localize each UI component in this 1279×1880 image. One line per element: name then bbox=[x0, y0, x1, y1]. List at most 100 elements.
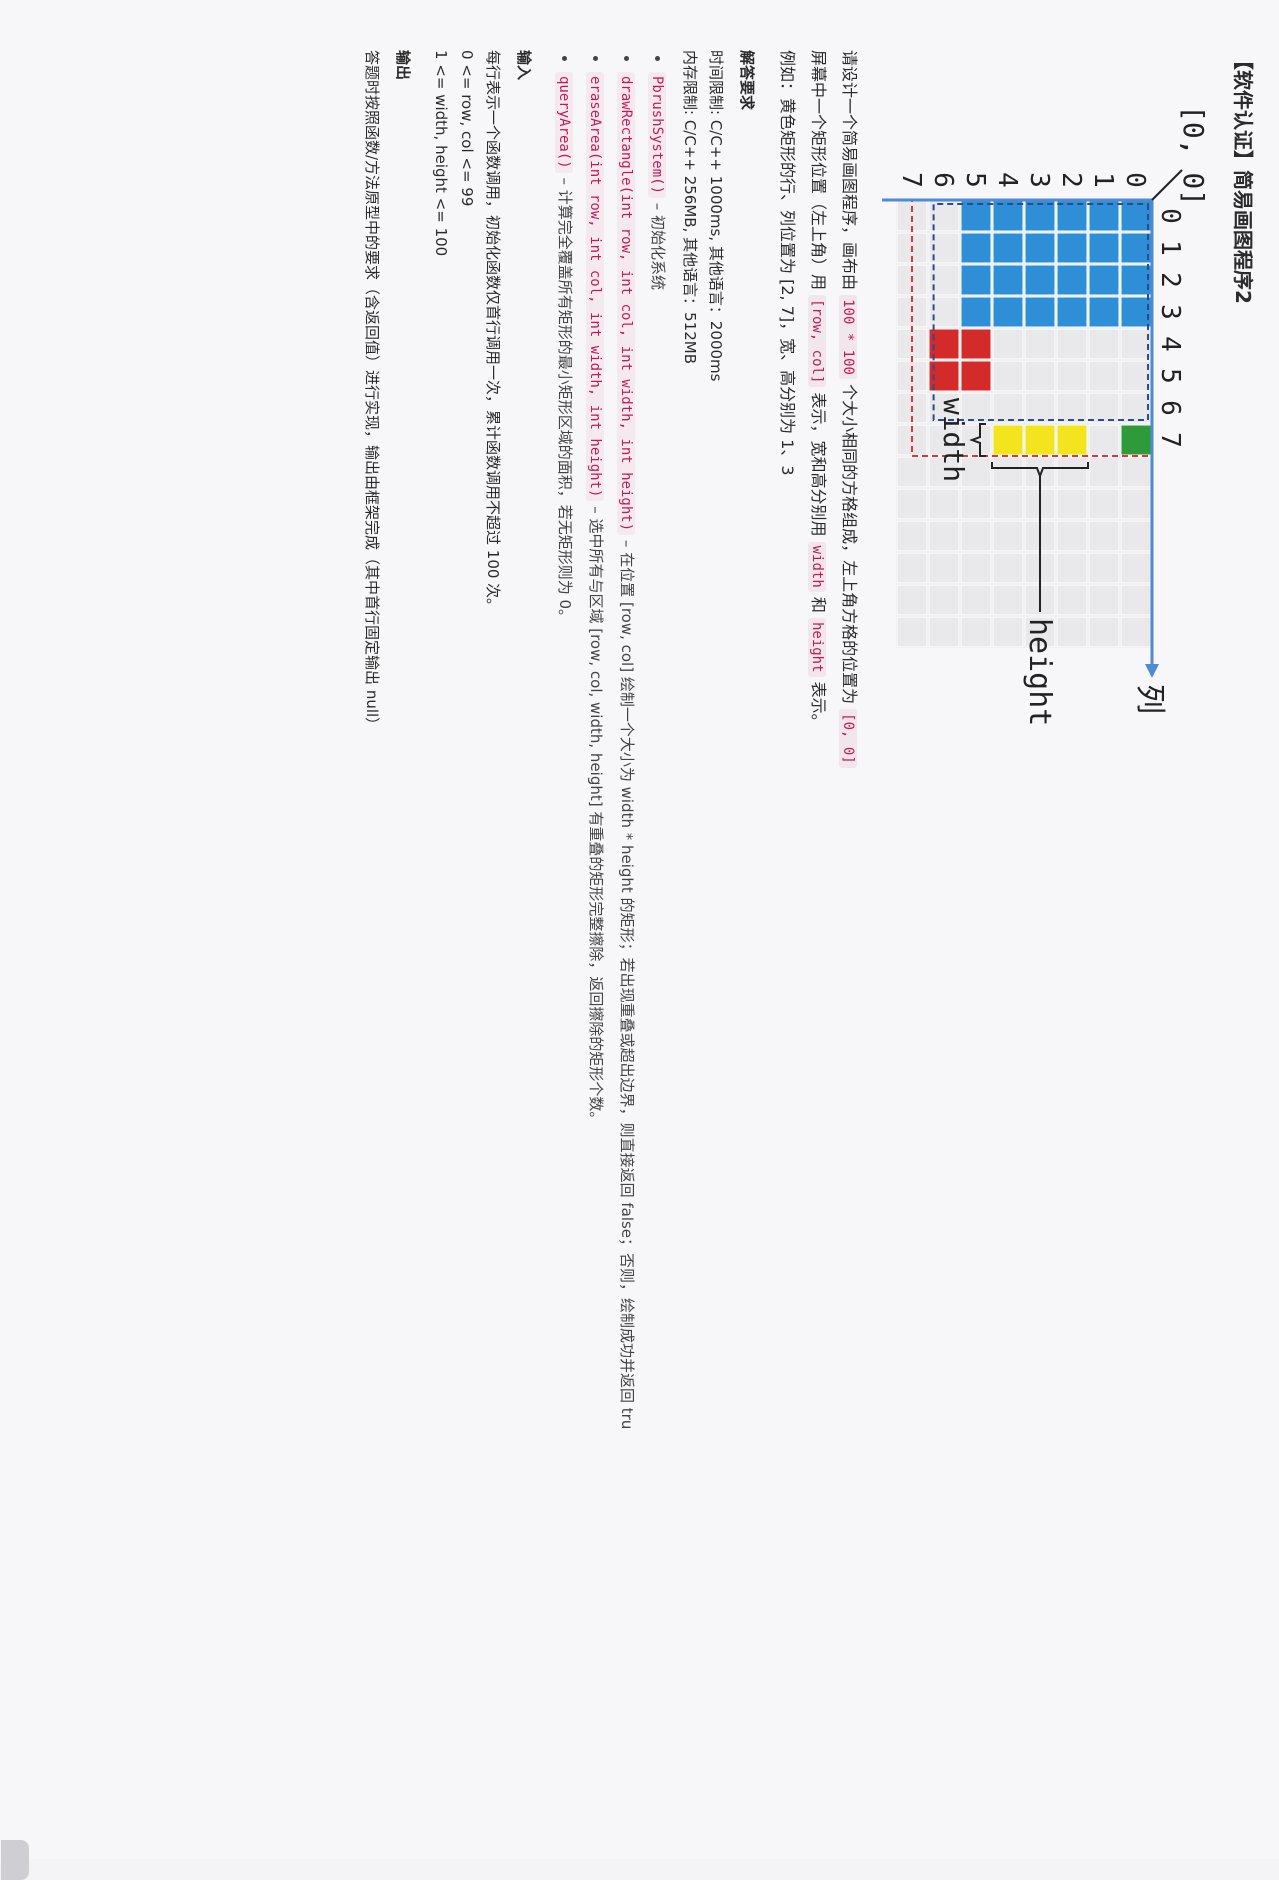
desc-text: 屏幕中一个矩形位置（左上角）用 bbox=[809, 50, 828, 291]
api-item: eraseArea(int row, int col, int width, i… bbox=[580, 72, 611, 1830]
grid-cell bbox=[992, 456, 1024, 488]
blue-rectangle-cell bbox=[1088, 296, 1120, 328]
origin-code: [0, 0] bbox=[839, 709, 857, 768]
example-line: 例如：黄色矩形的行、列位置为 [2, 7]，宽、高分别为 1、3 bbox=[778, 50, 797, 476]
grid-cell bbox=[992, 520, 1024, 552]
grid-cell bbox=[1056, 488, 1088, 520]
blue-rectangle-cell bbox=[960, 296, 992, 328]
grid-cell bbox=[1120, 584, 1152, 616]
desc-text: 个大小相同的方格组成，左上角方格的位置为 bbox=[840, 384, 859, 705]
api-desc: – 选中所有与区域 [row, col, width, height] 有重叠的… bbox=[587, 501, 605, 1127]
blue-rectangle-cell bbox=[1120, 264, 1152, 296]
grid-cell bbox=[992, 584, 1024, 616]
row-tick-label: 1 bbox=[1088, 172, 1118, 188]
grid-cell bbox=[1056, 392, 1088, 424]
grid-cell bbox=[1120, 616, 1152, 648]
row-tick-label: 2 bbox=[1056, 172, 1086, 188]
width-label: width bbox=[937, 398, 970, 482]
grid-cell bbox=[1088, 520, 1120, 552]
page-title: 【软件认证】简易画图程序2 bbox=[1231, 50, 1255, 304]
api-desc: – 在位置 [row, col] 绘制一个大小为 width * height … bbox=[618, 535, 636, 1430]
grid-cell bbox=[992, 488, 1024, 520]
blue-rectangle-cell bbox=[1088, 232, 1120, 264]
grid-figure: [0, 0]0123456701234567列行widthheight bbox=[838, 50, 1212, 810]
grid-cell bbox=[896, 552, 928, 584]
blue-rectangle-cell bbox=[1056, 264, 1088, 296]
grid-cell bbox=[1120, 456, 1152, 488]
yellow-rectangle-cell bbox=[992, 424, 1024, 456]
grid-cell bbox=[1088, 584, 1120, 616]
grid-cell bbox=[1088, 360, 1120, 392]
desc-text: 和 bbox=[809, 596, 828, 613]
grid-cell bbox=[1056, 520, 1088, 552]
red-rectangle-cell bbox=[960, 328, 992, 360]
grid-cell bbox=[960, 520, 992, 552]
blue-rectangle-cell bbox=[960, 264, 992, 296]
blue-rectangle-cell bbox=[992, 296, 1024, 328]
input-line: 每行表示一个函数调用，初始化函数仅首行调用一次，累计函数调用不超过 100 次。 bbox=[484, 50, 502, 614]
time-limit: 时间限制: C/C++ 1000ms, 其他语言：2000ms bbox=[707, 50, 725, 382]
grid-cell bbox=[1056, 328, 1088, 360]
api-list: PbrushSystem() – 初始化系统 drawRectangle(int… bbox=[549, 50, 673, 1830]
grid-cell bbox=[1024, 392, 1056, 424]
grid-diagram: [0, 0]0123456701234567列行widthheight bbox=[838, 105, 1210, 726]
grid-cell bbox=[1056, 616, 1088, 648]
grid-cell bbox=[1120, 488, 1152, 520]
blue-rectangle-cell bbox=[1024, 296, 1056, 328]
api-item: queryArea() – 计算完全覆盖所有矩形的最小矩形区域的面积，若无矩形则… bbox=[549, 72, 580, 1830]
red-rectangle-cell bbox=[960, 360, 992, 392]
column-tick-label: 6 bbox=[1155, 400, 1185, 416]
input-title: 输入 bbox=[515, 50, 533, 81]
column-tick-label: 2 bbox=[1155, 272, 1185, 288]
grid-cell bbox=[992, 552, 1024, 584]
grid-cell bbox=[928, 296, 960, 328]
api-signature: queryArea() bbox=[555, 72, 573, 173]
output-title: 输出 bbox=[394, 50, 412, 81]
grid-cell bbox=[896, 616, 928, 648]
blue-rectangle-cell bbox=[992, 264, 1024, 296]
width-code: width bbox=[808, 541, 826, 592]
blue-rectangle-cell bbox=[1024, 200, 1056, 232]
grid-cell bbox=[1120, 392, 1152, 424]
yellow-rectangle-cell bbox=[1056, 424, 1088, 456]
grid-cell bbox=[992, 616, 1024, 648]
api-signature: drawRectangle(int row, int col, int widt… bbox=[617, 72, 635, 536]
grid-cell bbox=[1088, 328, 1120, 360]
grid-cell bbox=[992, 392, 1024, 424]
row-tick-label: 3 bbox=[1024, 172, 1054, 188]
memory-limit: 内存限制: C/C++ 256MB, 其他语言：512MB bbox=[681, 50, 699, 364]
row-col-code: [row, col] bbox=[808, 295, 826, 388]
grid-cell bbox=[992, 360, 1024, 392]
desc-text: 表示，宽和高分别用 bbox=[809, 392, 828, 537]
grid-cell bbox=[1024, 328, 1056, 360]
column-tick-label: 5 bbox=[1155, 368, 1185, 384]
grid-cell bbox=[1056, 456, 1088, 488]
grid-cell bbox=[1088, 616, 1120, 648]
grid-cell bbox=[1056, 552, 1088, 584]
grid-cell bbox=[1088, 424, 1120, 456]
column-tick-label: 4 bbox=[1155, 336, 1185, 352]
row-tick-label: 7 bbox=[896, 172, 926, 188]
grid-cell bbox=[896, 456, 928, 488]
grid-cell bbox=[896, 328, 928, 360]
scroll-handle[interactable] bbox=[1, 1840, 29, 1880]
description-line-1: 请设计一个简易画图程序，画布由 100 * 100 个大小相同的方格组成，左上角… bbox=[833, 50, 864, 1830]
grid-cell bbox=[960, 584, 992, 616]
grid-cell bbox=[1088, 552, 1120, 584]
problem-document: 【软件认证】简易画图程序2 [0, 0]0123456701234567列行wi… bbox=[359, 50, 1259, 1830]
answer-requirements-title: 解答要求 bbox=[738, 50, 756, 111]
blue-rectangle-cell bbox=[960, 200, 992, 232]
description-line-2: 屏幕中一个矩形位置（左上角）用 [row, col] 表示，宽和高分别用 wid… bbox=[802, 50, 833, 1830]
api-item: PbrushSystem() – 初始化系统 bbox=[642, 72, 673, 1830]
blue-rectangle-cell bbox=[960, 232, 992, 264]
api-desc: – 计算完全覆盖所有矩形的最小矩形区域的面积，若无矩形则为 0。 bbox=[556, 172, 574, 625]
blue-rectangle-cell bbox=[1120, 232, 1152, 264]
input-line: 0 <= row, col <= 99 bbox=[458, 50, 476, 207]
column-tick-label: 7 bbox=[1155, 432, 1185, 448]
api-item: drawRectangle(int row, int col, int widt… bbox=[611, 72, 642, 1830]
desc-text: 表示。 bbox=[809, 681, 828, 730]
grid-cell bbox=[960, 552, 992, 584]
grid-cell bbox=[928, 552, 960, 584]
grid-cell bbox=[992, 328, 1024, 360]
grid-cell bbox=[1088, 456, 1120, 488]
